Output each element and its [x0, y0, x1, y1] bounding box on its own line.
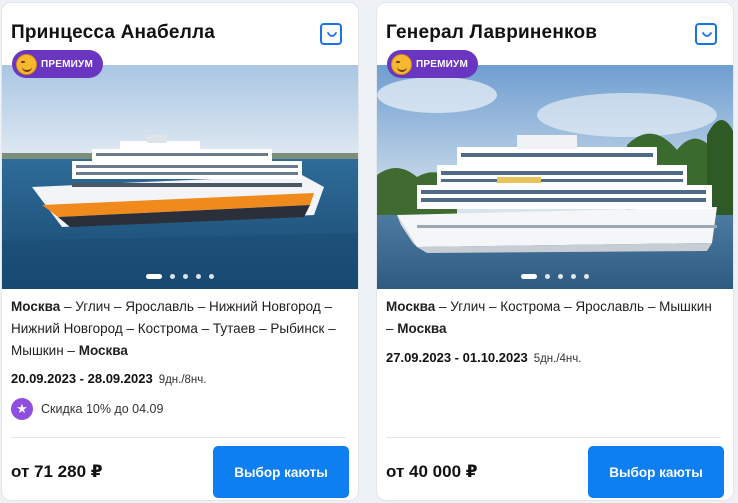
- route-end: Москва: [78, 343, 128, 358]
- price-prefix: от: [11, 462, 30, 481]
- cruise-duration: 9дн./8нч.: [158, 374, 207, 386]
- gallery-dots[interactable]: [377, 274, 733, 279]
- favorite-button[interactable]: [320, 23, 342, 45]
- ship-title[interactable]: Принцесса Анабелла: [11, 22, 215, 44]
- price-prefix: от: [386, 462, 405, 481]
- premium-badge-label: ПРЕМИУМ: [416, 58, 468, 70]
- bag-icon: [702, 32, 712, 37]
- price-value: 71 280 ₽: [34, 462, 103, 481]
- favorite-button[interactable]: [695, 23, 717, 45]
- gallery-dot[interactable]: [571, 274, 576, 279]
- premium-badge: ПРЕМИУМ: [387, 50, 478, 78]
- cruise-duration: 5дн./4нч.: [533, 353, 582, 365]
- premium-badge: ПРЕМИУМ: [12, 50, 103, 78]
- gallery-dots[interactable]: [2, 274, 358, 279]
- route-start: Москва: [386, 299, 436, 314]
- star-icon: ★: [11, 398, 33, 420]
- price-value: 40 000 ₽: [409, 462, 478, 481]
- ship-photo[interactable]: [377, 65, 733, 289]
- divider: [11, 437, 346, 438]
- gallery-dot[interactable]: [146, 274, 162, 279]
- route-stops: – Углич – Ярославль – Нижний Новгород – …: [11, 299, 336, 358]
- route-end: Москва: [397, 321, 447, 336]
- cruise-dates: 27.09.2023 - 01.10.2023: [386, 350, 528, 365]
- dates-row: 27.09.2023 - 01.10.2023 5дн./4нч.: [386, 349, 581, 368]
- cruise-dates: 20.09.2023 - 28.09.2023: [11, 371, 153, 386]
- divider: [386, 437, 721, 438]
- gallery-dot[interactable]: [209, 274, 214, 279]
- gallery-dot[interactable]: [170, 274, 175, 279]
- cruise-card[interactable]: Генерал Лавриненков ПРЕМИУМ Москва – Угл…: [376, 2, 734, 501]
- discount-text: Скидка 10% до 04.09: [41, 402, 164, 416]
- route-start: Москва: [11, 299, 61, 314]
- gallery-dot[interactable]: [558, 274, 563, 279]
- gallery-dot[interactable]: [584, 274, 589, 279]
- route: Москва – Углич – Кострома – Ярославль – …: [386, 296, 721, 340]
- ship-image: [377, 65, 733, 289]
- cruise-card[interactable]: Принцесса Анабелла ПРЕМИУМ Москва – Угли…: [1, 2, 359, 501]
- premium-badge-label: ПРЕМИУМ: [41, 58, 93, 70]
- smile-icon: [16, 53, 37, 75]
- price: от 71 280 ₽: [11, 462, 103, 482]
- route: Москва – Углич – Ярославль – Нижний Новг…: [11, 296, 346, 362]
- select-cabin-button[interactable]: Выбор каюты: [588, 446, 724, 498]
- gallery-dot[interactable]: [521, 274, 537, 279]
- discount-row: ★ Скидка 10% до 04.09: [11, 398, 163, 420]
- select-cabin-button[interactable]: Выбор каюты: [213, 446, 349, 498]
- smile-icon: [391, 53, 412, 75]
- price: от 40 000 ₽: [386, 462, 478, 482]
- gallery-dot[interactable]: [196, 274, 201, 279]
- gallery-dot[interactable]: [183, 274, 188, 279]
- bag-icon: [327, 32, 337, 37]
- ship-photo[interactable]: [2, 65, 358, 289]
- dates-row: 20.09.2023 - 28.09.2023 9дн./8нч.: [11, 370, 206, 389]
- ship-image: [2, 65, 358, 289]
- ship-title[interactable]: Генерал Лавриненков: [386, 22, 597, 44]
- gallery-dot[interactable]: [545, 274, 550, 279]
